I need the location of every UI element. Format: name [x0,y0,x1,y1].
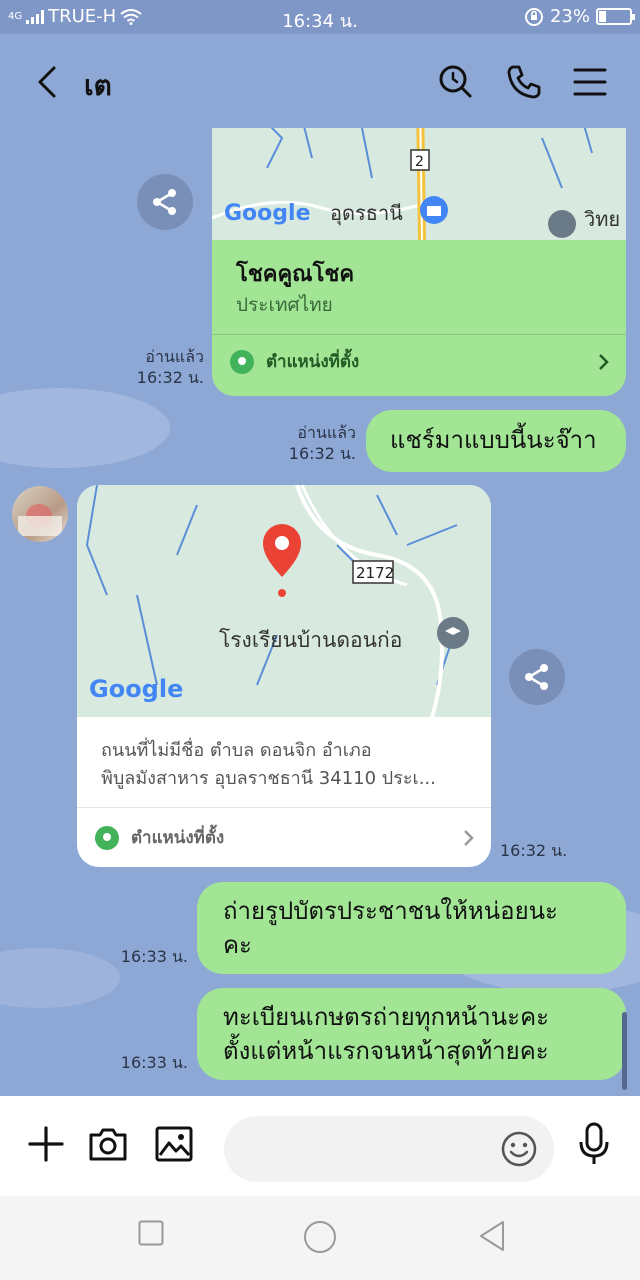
recents-icon[interactable] [138,1220,164,1246]
back-nav-icon[interactable] [478,1220,506,1252]
location-pin-icon [95,825,119,850]
message-text-line-2: ตั้งแต่หน้าแรกจนหน้าสุดท้ายคะ [223,1037,549,1065]
avatar[interactable] [12,486,68,542]
share-button[interactable] [137,174,193,230]
emoji-icon[interactable] [500,1130,538,1168]
map-label: อุดรธานี [330,201,403,226]
address-line-2: พิบูลมังสาหาร อุบลราชธานี 34110 ประเ... [101,768,436,789]
message-time: 16:33 น. [120,947,188,966]
search-icon[interactable] [436,62,476,102]
address: ถนนที่ไม่มีชื่อ ตำบล ดอนจิก อำเภอ พิบูลม… [101,737,436,793]
read-status: อ่านแล้ว [145,347,204,366]
read-status: อ่านแล้ว [297,423,356,442]
location-card-outgoing[interactable]: 2 Google อุดรธานี วิทย โชคคูณโชค ประเทศไ… [212,128,626,396]
camera-icon[interactable] [88,1124,128,1164]
chat-header: เต [0,34,640,128]
share-icon [525,664,548,690]
system-nav-bar [0,1196,640,1280]
google-logo: Google [224,201,311,226]
address-line-1: ถนนที่ไม่มีชื่อ ตำบล ดอนจิก อำเภอ [101,740,372,761]
share-icon [153,189,176,215]
message-time: 16:32 น. [500,841,568,860]
message-meta: อ่านแล้ว 16:32 น. [120,346,204,388]
status-right: 23% [524,6,635,27]
google-logo: Google [89,675,183,703]
share-button[interactable] [509,649,565,705]
chat-title[interactable]: เต [84,64,112,108]
location-card-incoming[interactable]: 2172 โรงเรียนบ้านดอนก่อ Google ถนนที่ไม่… [77,485,491,867]
divider [212,334,626,335]
phone-icon[interactable] [504,62,544,102]
back-icon[interactable] [30,64,66,100]
map-thumbnail[interactable]: 2172 โรงเรียนบ้านดอนก่อ Google [77,485,491,717]
message-text: แชร์มาแบบนี้นะจ๊าา [390,426,597,454]
divider [77,807,491,808]
map-label: โรงเรียนบ้านดอนก่อ [219,628,402,652]
battery-percent: 23% [549,6,590,27]
message-time: 16:32 น. [136,368,204,387]
location-label: ตำแหน่งที่ตั้ง [266,352,360,372]
location-link[interactable]: ตำแหน่งที่ตั้ง [230,348,610,375]
chevron-right-icon [599,353,609,370]
message-text-line-1: ทะเบียนเกษตรถ่ายทุกหน้านะคะ [223,1003,550,1031]
menu-icon[interactable] [570,62,610,102]
chat-area[interactable]: อ่านแล้ว 16:32 น. 2 Google อุดรธานี วิทย… [0,128,640,1096]
message-time: 16:32 น. [288,444,356,463]
location-pin-icon [230,349,254,374]
home-icon[interactable] [303,1220,337,1254]
scrollbar[interactable] [622,1012,627,1090]
status-bar: 4G TRUE-H 16:34 น. 23% [0,0,640,34]
location-label: ตำแหน่งที่ตั้ง [131,828,225,848]
road-number: 2172 [356,564,394,582]
map-label-2: วิทย [584,207,620,231]
message-meta: อ่านแล้ว 16:32 น. [270,422,356,464]
place-country: ประเทศไทย [236,294,333,316]
road-number: 2 [415,154,424,170]
message-text-line-1: ถ่ายรูปบัตรประชาชนให้หน่อยนะ [223,897,558,925]
rotation-lock-icon [524,7,543,26]
message-time: 16:33 น. [120,1053,188,1072]
place-name: โชคคูณโชค [236,262,355,287]
map-thumbnail[interactable]: 2 Google อุดรธานี วิทย [212,128,626,240]
chevron-right-icon [464,829,474,846]
image-icon[interactable] [154,1124,194,1164]
location-link[interactable]: ตำแหน่งที่ตั้ง [95,824,475,851]
message-bubble-outgoing[interactable]: ทะเบียนเกษตรถ่ายทุกหน้านะคะ ตั้งแต่หน้าแ… [197,988,626,1080]
message-bubble-outgoing[interactable]: แชร์มาแบบนี้นะจ๊าา [366,410,626,472]
message-bubble-outgoing[interactable]: ถ่ายรูปบัตรประชาชนให้หน่อยนะ คะ [197,882,626,974]
mic-icon[interactable] [576,1122,612,1166]
battery-icon [596,8,635,25]
input-bar [0,1096,640,1196]
plus-icon[interactable] [26,1124,66,1164]
message-text-line-2: คะ [223,931,252,959]
